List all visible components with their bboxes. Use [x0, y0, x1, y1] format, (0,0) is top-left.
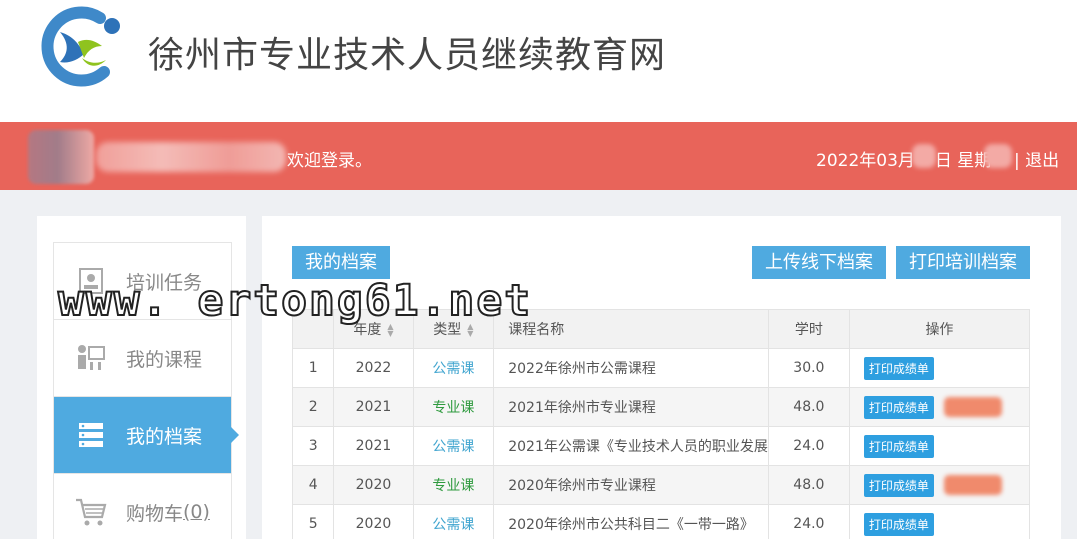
col-hours: 学时	[767, 309, 850, 349]
row-type: 专业课	[412, 387, 495, 427]
watermark: www. ertong61.net	[57, 275, 533, 327]
redacted-username	[96, 142, 286, 172]
row-hours: 48.0	[767, 465, 850, 505]
sidebar-item-my-archive[interactable]: 我的档案	[54, 397, 239, 474]
sidebar: 培训任务 我的课程 我的档案 购物车 (0)	[37, 216, 246, 539]
row-no: 4	[291, 465, 335, 505]
date-display: 2022年03月日 星期	[816, 146, 991, 171]
welcome-text: 欢迎登录。	[287, 151, 372, 171]
user-bar: 欢迎登录。 2022年03月日 星期 | 退出	[0, 122, 1077, 190]
row-year: 2022	[333, 348, 414, 388]
redacted-button[interactable]	[943, 397, 1002, 417]
sidebar-item-label: 我的课程	[126, 348, 203, 371]
redacted-day-blur	[912, 144, 936, 168]
redacted-weekday-blur	[984, 144, 1012, 168]
day-suffix: 日 星期	[934, 151, 992, 171]
archive-icon	[74, 420, 108, 450]
sidebar-item-cart[interactable]: 购物车 (0)	[54, 474, 231, 539]
print-transcript-button[interactable]: 打印成绩单	[863, 395, 934, 419]
row-course-name: 2022年徐州市公需课程	[493, 348, 769, 388]
my-archive-button[interactable]: 我的档案	[292, 246, 390, 279]
row-no: 3	[291, 426, 335, 466]
row-type: 公需课	[412, 504, 495, 539]
sidebar-item-label: 购物车	[126, 502, 184, 525]
table-row: 2 2021 专业课 2021年徐州市专业课程 48.0 打印成绩单	[291, 387, 1031, 427]
row-actions: 打印成绩单	[848, 387, 1031, 427]
site-header: 徐州市专业技术人员继续教育网	[0, 0, 1077, 122]
row-actions: 打印成绩单	[848, 504, 1031, 539]
row-year: 2021	[333, 426, 414, 466]
row-no: 5	[291, 504, 335, 539]
row-hours: 24.0	[767, 504, 850, 539]
row-actions: 打印成绩单	[848, 348, 1031, 388]
row-course-name: 2021年公需课《专业技术人员的职业发展	[493, 426, 769, 466]
col-course-name: 课程名称	[493, 309, 769, 349]
print-training-archive-button[interactable]: 打印培训档案	[896, 246, 1030, 279]
redacted-button[interactable]	[943, 475, 1002, 495]
row-no: 2	[291, 387, 335, 427]
site-title: 徐州市专业技术人员继续教育网	[148, 35, 667, 76]
table-row: 4 2020 专业课 2020年徐州市专业课程 48.0 打印成绩单	[291, 465, 1031, 505]
row-type: 公需课	[412, 348, 495, 388]
row-year: 2020	[333, 465, 414, 505]
print-transcript-button[interactable]: 打印成绩单	[863, 512, 934, 536]
table-row: 5 2020 公需课 2020年徐州市公共科目二《一带一路》 24.0 打印成绩…	[291, 504, 1031, 539]
course-icon	[74, 343, 108, 373]
row-year: 2020	[333, 504, 414, 539]
row-actions: 打印成绩单	[848, 465, 1031, 505]
row-hours: 30.0	[767, 348, 850, 388]
main-panel: 我的档案 上传线下档案 打印培训档案 年度 ▲ ▼ 类型 ▲ ▼ 课程名称 学时 操作 …	[262, 216, 1061, 539]
row-no: 1	[291, 348, 335, 388]
row-course-name: 2020年徐州市专业课程	[493, 465, 769, 505]
avatar	[28, 130, 94, 184]
sidebar-item-label: 我的档案	[126, 425, 203, 448]
print-transcript-button[interactable]: 打印成绩单	[863, 356, 934, 380]
table-row: 3 2021 公需课 2021年公需课《专业技术人员的职业发展 24.0 打印成…	[291, 426, 1031, 466]
row-year: 2021	[333, 387, 414, 427]
row-course-name: 2021年徐州市专业课程	[493, 387, 769, 427]
row-type: 公需课	[412, 426, 495, 466]
col-actions: 操作	[848, 309, 1031, 349]
logout-link[interactable]: | 退出	[1014, 146, 1059, 171]
row-actions: 打印成绩单	[848, 426, 1031, 466]
site-logo-icon[interactable]	[38, 2, 128, 90]
archive-table: 年度 ▲ ▼ 类型 ▲ ▼ 课程名称 学时 操作 1 2022 公需课 2022年徐州市…	[291, 309, 1031, 539]
table-row: 1 2022 公需课 2022年徐州市公需课程 30.0 打印成绩单	[291, 348, 1031, 388]
row-hours: 24.0	[767, 426, 850, 466]
row-type: 专业课	[412, 465, 495, 505]
print-transcript-button[interactable]: 打印成绩单	[863, 434, 934, 458]
date-prefix: 2022年03月	[816, 151, 915, 171]
cart-count[interactable]: (0)	[183, 501, 210, 523]
upload-offline-archive-button[interactable]: 上传线下档案	[752, 246, 886, 279]
print-transcript-button[interactable]: 打印成绩单	[863, 473, 934, 497]
row-course-name: 2020年徐州市公共科目二《一带一路》	[493, 504, 769, 539]
row-hours: 48.0	[767, 387, 850, 427]
cart-icon	[74, 497, 108, 527]
sidebar-item-my-courses[interactable]: 我的课程	[54, 320, 231, 397]
